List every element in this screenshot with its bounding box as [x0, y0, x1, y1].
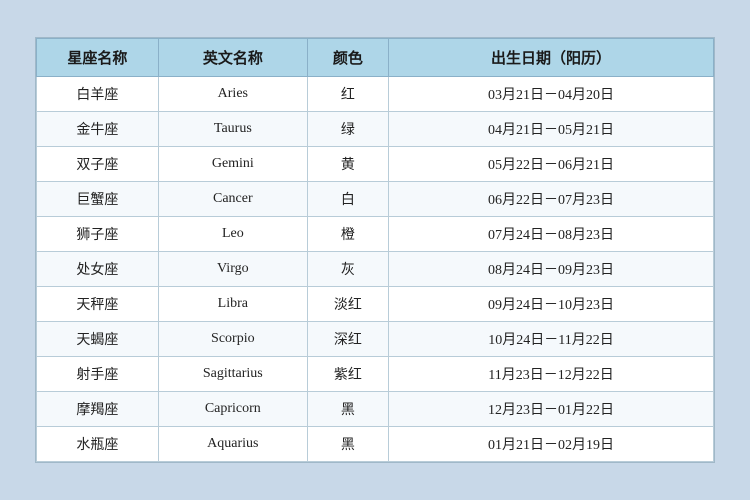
header-english-name: 英文名称	[158, 39, 307, 77]
cell-color: 红	[307, 77, 388, 112]
cell-chinese-name: 巨蟹座	[37, 182, 159, 217]
cell-color: 橙	[307, 217, 388, 252]
cell-color: 灰	[307, 252, 388, 287]
cell-english-name: Virgo	[158, 252, 307, 287]
cell-date-range: 10月24日－11月22日	[389, 322, 714, 357]
cell-date-range: 04月21日－05月21日	[389, 112, 714, 147]
table-row: 水瓶座Aquarius黑01月21日－02月19日	[37, 427, 714, 462]
cell-date-range: 03月21日－04月20日	[389, 77, 714, 112]
table-row: 金牛座Taurus绿04月21日－05月21日	[37, 112, 714, 147]
cell-date-range: 12月23日－01月22日	[389, 392, 714, 427]
cell-date-range: 05月22日－06月21日	[389, 147, 714, 182]
cell-date-range: 11月23日－12月22日	[389, 357, 714, 392]
table-header-row: 星座名称 英文名称 颜色 出生日期（阳历）	[37, 39, 714, 77]
table-row: 双子座Gemini黄05月22日－06月21日	[37, 147, 714, 182]
table-row: 摩羯座Capricorn黑12月23日－01月22日	[37, 392, 714, 427]
table-row: 白羊座Aries红03月21日－04月20日	[37, 77, 714, 112]
table-row: 巨蟹座Cancer白06月22日－07月23日	[37, 182, 714, 217]
cell-english-name: Leo	[158, 217, 307, 252]
header-color: 颜色	[307, 39, 388, 77]
cell-english-name: Capricorn	[158, 392, 307, 427]
cell-color: 白	[307, 182, 388, 217]
cell-date-range: 01月21日－02月19日	[389, 427, 714, 462]
table-body: 白羊座Aries红03月21日－04月20日金牛座Taurus绿04月21日－0…	[37, 77, 714, 462]
table-row: 处女座Virgo灰08月24日－09月23日	[37, 252, 714, 287]
cell-chinese-name: 处女座	[37, 252, 159, 287]
table-row: 天秤座Libra淡红09月24日－10月23日	[37, 287, 714, 322]
cell-english-name: Aries	[158, 77, 307, 112]
cell-english-name: Scorpio	[158, 322, 307, 357]
cell-english-name: Cancer	[158, 182, 307, 217]
zodiac-table-container: 星座名称 英文名称 颜色 出生日期（阳历） 白羊座Aries红03月21日－04…	[35, 37, 715, 463]
cell-date-range: 06月22日－07月23日	[389, 182, 714, 217]
table-row: 天蝎座Scorpio深红10月24日－11月22日	[37, 322, 714, 357]
cell-color: 黑	[307, 427, 388, 462]
cell-color: 黑	[307, 392, 388, 427]
cell-color: 深红	[307, 322, 388, 357]
cell-color: 淡红	[307, 287, 388, 322]
cell-chinese-name: 水瓶座	[37, 427, 159, 462]
cell-chinese-name: 金牛座	[37, 112, 159, 147]
cell-chinese-name: 双子座	[37, 147, 159, 182]
header-chinese-name: 星座名称	[37, 39, 159, 77]
cell-english-name: Aquarius	[158, 427, 307, 462]
cell-chinese-name: 射手座	[37, 357, 159, 392]
cell-color: 紫红	[307, 357, 388, 392]
cell-date-range: 08月24日－09月23日	[389, 252, 714, 287]
cell-chinese-name: 天蝎座	[37, 322, 159, 357]
cell-english-name: Gemini	[158, 147, 307, 182]
cell-chinese-name: 摩羯座	[37, 392, 159, 427]
cell-date-range: 07月24日－08月23日	[389, 217, 714, 252]
cell-chinese-name: 天秤座	[37, 287, 159, 322]
cell-chinese-name: 狮子座	[37, 217, 159, 252]
cell-chinese-name: 白羊座	[37, 77, 159, 112]
table-row: 狮子座Leo橙07月24日－08月23日	[37, 217, 714, 252]
zodiac-table: 星座名称 英文名称 颜色 出生日期（阳历） 白羊座Aries红03月21日－04…	[36, 38, 714, 462]
cell-english-name: Libra	[158, 287, 307, 322]
cell-color: 绿	[307, 112, 388, 147]
table-row: 射手座Sagittarius紫红11月23日－12月22日	[37, 357, 714, 392]
cell-english-name: Taurus	[158, 112, 307, 147]
cell-english-name: Sagittarius	[158, 357, 307, 392]
header-date: 出生日期（阳历）	[389, 39, 714, 77]
cell-color: 黄	[307, 147, 388, 182]
cell-date-range: 09月24日－10月23日	[389, 287, 714, 322]
